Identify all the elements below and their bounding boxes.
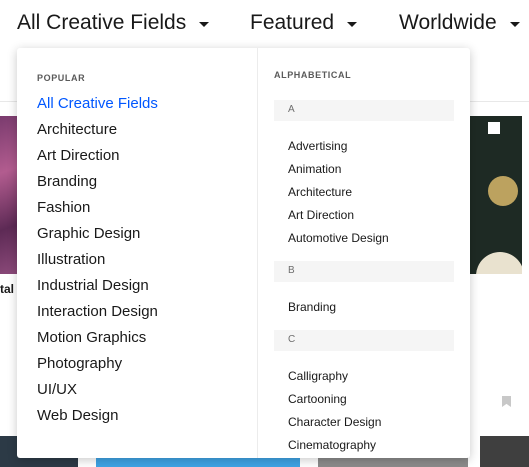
alphabetical-field-item[interactable]: Advertising	[288, 139, 347, 153]
location-filter[interactable]: Worldwide	[399, 9, 520, 37]
sort-filter-label: Featured	[250, 11, 335, 34]
popular-field-item[interactable]: Photography	[37, 355, 122, 372]
project-thumbnail[interactable]	[0, 116, 17, 274]
alphabetical-heading: ALPHABETICAL	[274, 70, 352, 80]
project-title[interactable]: tal	[0, 282, 14, 296]
creative-fields-filter-label: All Creative Fields	[17, 11, 187, 34]
filter-bar: All Creative Fields Featured Worldwide	[0, 0, 529, 48]
popular-field-item[interactable]: Graphic Design	[37, 225, 140, 242]
column-divider	[257, 48, 258, 458]
alphabetical-field-item[interactable]: Character Design	[288, 415, 381, 429]
popular-field-item[interactable]: Art Direction	[37, 147, 120, 164]
popular-field-item[interactable]: Branding	[37, 173, 97, 190]
creative-fields-dropdown: POPULAR All Creative Fields Architecture A…	[17, 48, 470, 458]
chevron-down-icon	[509, 21, 520, 27]
creative-fields-filter[interactable]: All Creative Fields	[17, 9, 210, 37]
letter-header: A	[274, 100, 454, 121]
alphabetical-field-item[interactable]: Calligraphy	[288, 369, 348, 383]
letter-header: B	[274, 261, 454, 282]
letter-label: C	[288, 334, 296, 345]
chevron-down-icon	[199, 21, 210, 27]
project-thumbnail[interactable]	[480, 436, 529, 467]
chevron-down-icon	[347, 21, 358, 27]
thumbnail-decoration	[488, 176, 518, 206]
thumbnail-decoration	[476, 252, 522, 274]
project-thumbnail[interactable]	[470, 116, 522, 274]
letter-label: A	[288, 104, 295, 115]
popular-heading: POPULAR	[37, 73, 86, 83]
alphabetical-field-item[interactable]: Architecture	[288, 185, 352, 199]
qr-code-icon	[488, 122, 500, 134]
bookmark-icon[interactable]	[502, 396, 511, 407]
popular-field-item[interactable]: UI/UX	[37, 381, 77, 398]
popular-field-item[interactable]: All Creative Fields	[37, 95, 158, 112]
location-filter-label: Worldwide	[399, 11, 497, 34]
alphabetical-field-item[interactable]: Branding	[288, 300, 336, 314]
alphabetical-field-item[interactable]: Animation	[288, 162, 341, 176]
letter-label: B	[288, 265, 295, 276]
popular-field-item[interactable]: Architecture	[37, 121, 117, 138]
popular-field-item[interactable]: Illustration	[37, 251, 105, 268]
sort-filter[interactable]: Featured	[250, 9, 358, 37]
popular-field-item[interactable]: Web Design	[37, 407, 118, 424]
alphabetical-field-item[interactable]: Automotive Design	[288, 231, 389, 245]
popular-field-item[interactable]: Industrial Design	[37, 277, 149, 294]
popular-field-item[interactable]: Motion Graphics	[37, 329, 146, 346]
alphabetical-field-item[interactable]: Cartooning	[288, 392, 347, 406]
popular-field-item[interactable]: Fashion	[37, 199, 90, 216]
alphabetical-field-item[interactable]: Cinematography	[288, 438, 376, 452]
popular-field-item[interactable]: Interaction Design	[37, 303, 158, 320]
alphabetical-field-item[interactable]: Art Direction	[288, 208, 354, 222]
letter-header: C	[274, 330, 454, 351]
